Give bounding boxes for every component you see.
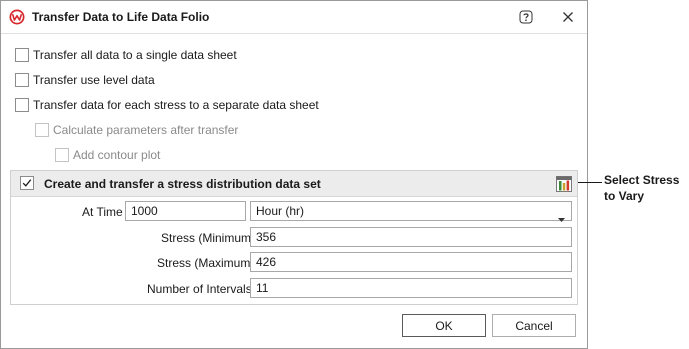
- option-contour-plot-checkbox: [55, 148, 69, 162]
- option-use-level-label: Transfer use level data: [33, 73, 155, 87]
- option-single-sheet-label: Transfer all data to a single data sheet: [33, 48, 237, 62]
- option-contour-plot: Add contour plot: [55, 146, 160, 164]
- callout-line: [578, 182, 602, 183]
- cancel-button[interactable]: Cancel: [492, 314, 576, 337]
- option-separate-sheets-checkbox[interactable]: [15, 98, 29, 112]
- weibull-logo-icon: [9, 9, 25, 25]
- at-time-label: At Time: [82, 205, 123, 219]
- close-icon[interactable]: [559, 8, 577, 26]
- stress-maximum-label: Stress (Maximum): [157, 256, 255, 270]
- option-separate-sheets-label: Transfer data for each stress to a separ…: [33, 98, 319, 112]
- option-single-sheet[interactable]: Transfer all data to a single data sheet: [15, 46, 237, 64]
- transfer-dialog: Transfer Data to Life Data Folio Transfe…: [0, 0, 588, 349]
- option-single-sheet-checkbox[interactable]: [15, 48, 29, 62]
- stress-panel-header: Create and transfer a stress distributio…: [11, 171, 577, 197]
- intervals-input[interactable]: 11: [250, 278, 572, 298]
- title-divider: [1, 33, 587, 34]
- stress-minimum-input[interactable]: 356: [250, 227, 572, 247]
- stress-maximum-input[interactable]: 426: [250, 252, 572, 272]
- at-time-input[interactable]: 1000: [125, 201, 246, 221]
- title-bar: Transfer Data to Life Data Folio: [1, 1, 587, 33]
- help-icon[interactable]: [519, 10, 533, 24]
- callout-text: Select Stress to Vary: [604, 173, 680, 203]
- select-stress-icon[interactable]: [556, 176, 572, 192]
- option-calculate-parameters-checkbox: [35, 123, 49, 137]
- time-unit-select[interactable]: Hour (hr): [250, 201, 572, 222]
- intervals-label: Number of Intervals: [147, 282, 252, 296]
- dialog-title: Transfer Data to Life Data Folio: [32, 10, 210, 24]
- stress-distribution-checkbox[interactable]: [20, 176, 34, 190]
- option-use-level[interactable]: Transfer use level data: [15, 71, 155, 89]
- stress-distribution-panel: Create and transfer a stress distributio…: [10, 170, 578, 305]
- option-use-level-checkbox[interactable]: [15, 73, 29, 87]
- option-contour-plot-label: Add contour plot: [73, 148, 161, 162]
- option-separate-sheets[interactable]: Transfer data for each stress to a separ…: [15, 96, 319, 114]
- stress-panel-title: Create and transfer a stress distributio…: [44, 177, 321, 191]
- chevron-down-icon: [558, 209, 565, 222]
- ok-button[interactable]: OK: [402, 314, 486, 337]
- option-calculate-parameters: Calculate parameters after transfer: [35, 121, 238, 139]
- time-unit-value: Hour (hr): [256, 204, 305, 218]
- option-calculate-parameters-label: Calculate parameters after transfer: [53, 123, 239, 137]
- stress-minimum-label: Stress (Minimum): [161, 231, 256, 245]
